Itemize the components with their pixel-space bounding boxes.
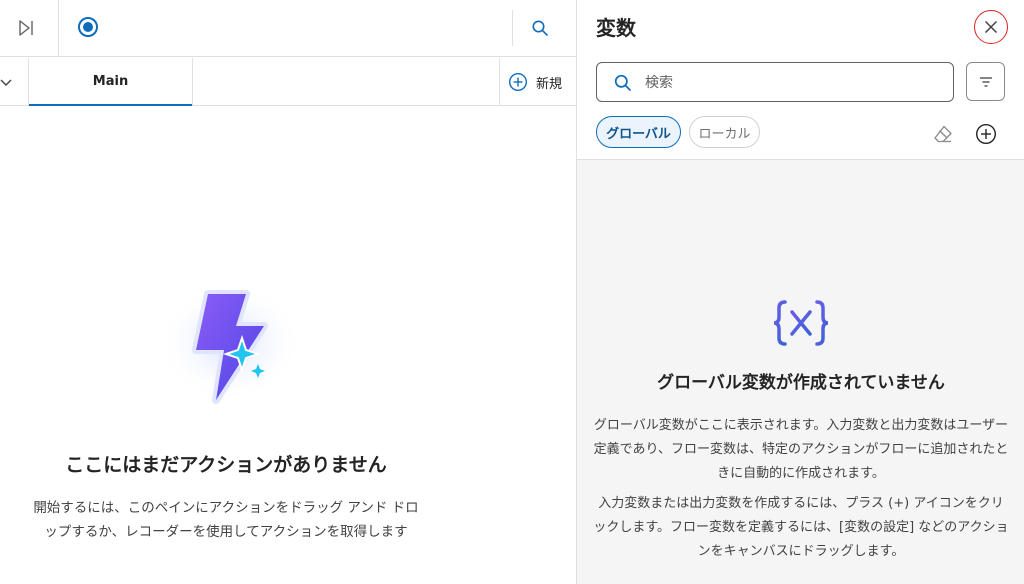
search-input[interactable] — [645, 71, 935, 95]
subflow-tabs: Main 新規 — [0, 58, 576, 106]
chevron-down-icon[interactable] — [0, 74, 14, 90]
designer-area: Main 新規 ここにはまだアクションがありません 開始するには、このペインにア… — [0, 0, 576, 584]
variables-empty-instructions: 入力変数または出力変数を作成するには、プラス (+) アイコンをクリックします。… — [593, 496, 1009, 559]
search-icon — [614, 74, 631, 91]
lightning-sparkle-icon — [158, 282, 300, 404]
tab-divider — [499, 58, 500, 106]
add-circle-icon — [508, 72, 528, 92]
canvas-empty-title: ここにはまだアクションがありません — [65, 454, 387, 476]
scope-local-toggle[interactable]: ローカル — [689, 116, 760, 148]
variables-empty-description: グローバル変数がここに表示されます。入力変数と出力変数はユーザー定義であり、フロ… — [593, 418, 1009, 481]
variables-pane: 変数 グローバル ローカル — [576, 0, 1024, 584]
variable-search-box — [596, 62, 954, 102]
variables-empty-title: グローバル変数が作成されていません — [657, 373, 945, 393]
new-subflow-label: 新規 — [536, 76, 563, 92]
tab-main[interactable]: Main — [29, 58, 192, 106]
close-icon — [984, 20, 998, 34]
toolbar-divider — [58, 0, 59, 57]
designer-toolbar — [0, 0, 576, 57]
step-forward-icon[interactable] — [15, 17, 37, 39]
scope-global-toggle[interactable]: グローバル — [596, 116, 681, 148]
canvas-empty-description: 開始するには、このペインにアクションをドラッグ アンド ドロップするか、レコーダ… — [33, 500, 419, 540]
close-button[interactable] — [974, 10, 1008, 44]
variables-pane-header: 変数 グローバル ローカル — [577, 0, 1024, 160]
filter-button[interactable] — [966, 62, 1005, 101]
search-icon[interactable] — [529, 17, 551, 39]
filter-icon — [979, 76, 992, 87]
pane-title: 変数 — [596, 16, 636, 40]
add-circle-icon[interactable] — [974, 122, 998, 146]
toolbar-divider — [512, 10, 513, 46]
tab-divider — [192, 58, 193, 106]
new-subflow-button[interactable]: 新規 — [508, 70, 562, 94]
eraser-icon[interactable] — [932, 123, 954, 145]
record-icon[interactable] — [78, 17, 98, 37]
variable-icon — [773, 300, 829, 346]
app-window: Main 新規 ここにはまだアクションがありません 開始するには、このペインにア… — [0, 0, 1024, 584]
